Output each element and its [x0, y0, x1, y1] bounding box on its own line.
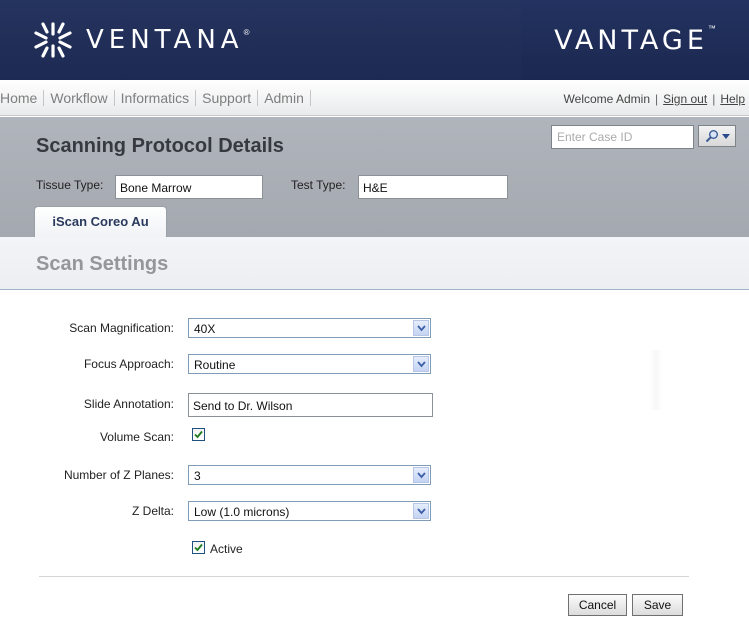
sign-out-link[interactable]: Sign out — [663, 92, 707, 106]
divider — [39, 576, 689, 577]
app-header: VENTANA ® VANTAGE ™ — [0, 0, 749, 80]
section-title: Scan Settings — [36, 253, 169, 275]
nav-informatics[interactable]: Informatics — [115, 90, 197, 106]
scan-magnification-label: Scan Magnification: — [69, 321, 174, 335]
nav-support[interactable]: Support — [196, 90, 259, 106]
slide-annotation-input[interactable]: Send to Dr. Wilson — [188, 393, 433, 417]
separator: | — [655, 92, 659, 106]
checkmark-icon — [194, 543, 203, 552]
scan-magnification-select[interactable]: 40X — [188, 318, 431, 338]
scan-settings-header: Scan Settings — [0, 237, 749, 290]
chevron-down-icon — [721, 133, 730, 139]
vantage-logo: VANTAGE ™ — [521, 0, 749, 80]
brand-name: VENTANA — [86, 25, 244, 55]
volume-scan-checkbox[interactable] — [192, 428, 205, 441]
search-icon — [705, 130, 718, 143]
volume-scan-label: Volume Scan: — [99, 430, 174, 444]
brand-registered-mark: ® — [243, 27, 250, 37]
z-planes-value: 3 — [194, 469, 201, 483]
tissue-type-label: Tissue Type: — [36, 178, 104, 192]
focus-approach-label: Focus Approach: — [83, 357, 174, 371]
welcome-text: Welcome Admin — [563, 92, 651, 106]
tissue-type-field[interactable]: Bone Marrow — [115, 175, 263, 199]
active-label: Active — [210, 542, 243, 556]
product-trademark: ™ — [707, 23, 716, 33]
nav-workflow[interactable]: Workflow — [44, 90, 115, 106]
z-planes-label: Number of Z Planes: — [63, 468, 174, 482]
chevron-down-icon[interactable] — [413, 320, 429, 336]
nav-home[interactable]: Home — [0, 90, 45, 106]
focus-approach-select[interactable]: Routine — [188, 354, 431, 374]
product-name: VANTAGE — [554, 24, 708, 56]
slide-annotation-label: Slide Annotation: — [83, 397, 174, 411]
ventana-logo-icon — [34, 22, 72, 58]
checkmark-icon — [194, 430, 203, 439]
decorative-shadow — [650, 350, 662, 410]
user-links: Welcome Admin | Sign out | Help — [564, 92, 745, 106]
z-delta-value: Low (1.0 microns) — [194, 505, 290, 519]
tab-iscan-coreo-au[interactable]: iScan Coreo Au — [34, 206, 167, 238]
cancel-button[interactable]: Cancel — [568, 594, 627, 616]
case-id-input[interactable] — [551, 125, 694, 149]
z-delta-label: Z Delta: — [131, 504, 174, 518]
scan-magnification-value: 40X — [194, 322, 216, 336]
ventana-logo: VENTANA ® — [30, 18, 249, 62]
nav-admin[interactable]: Admin — [258, 90, 311, 106]
test-type-field[interactable]: H&E — [358, 175, 508, 199]
chevron-down-icon[interactable] — [413, 503, 429, 519]
help-link[interactable]: Help — [720, 92, 745, 106]
test-type-label: Test Type: — [291, 178, 346, 192]
chevron-down-icon[interactable] — [413, 356, 429, 372]
separator: | — [712, 92, 716, 106]
protocol-header: Scanning Protocol Details Tissue Type: B… — [0, 117, 749, 238]
save-button[interactable]: Save — [632, 594, 683, 616]
z-delta-select[interactable]: Low (1.0 microns) — [188, 501, 431, 521]
active-checkbox[interactable] — [192, 541, 205, 554]
page-title: Scanning Protocol Details — [36, 135, 284, 157]
z-planes-select[interactable]: 3 — [188, 465, 431, 485]
focus-approach-value: Routine — [194, 358, 236, 372]
nav-links: Home Workflow Informatics Support Admin — [0, 90, 311, 106]
main-nav: Home Workflow Informatics Support Admin … — [0, 80, 749, 116]
chevron-down-icon[interactable] — [413, 467, 429, 483]
case-search-button[interactable] — [698, 125, 736, 147]
